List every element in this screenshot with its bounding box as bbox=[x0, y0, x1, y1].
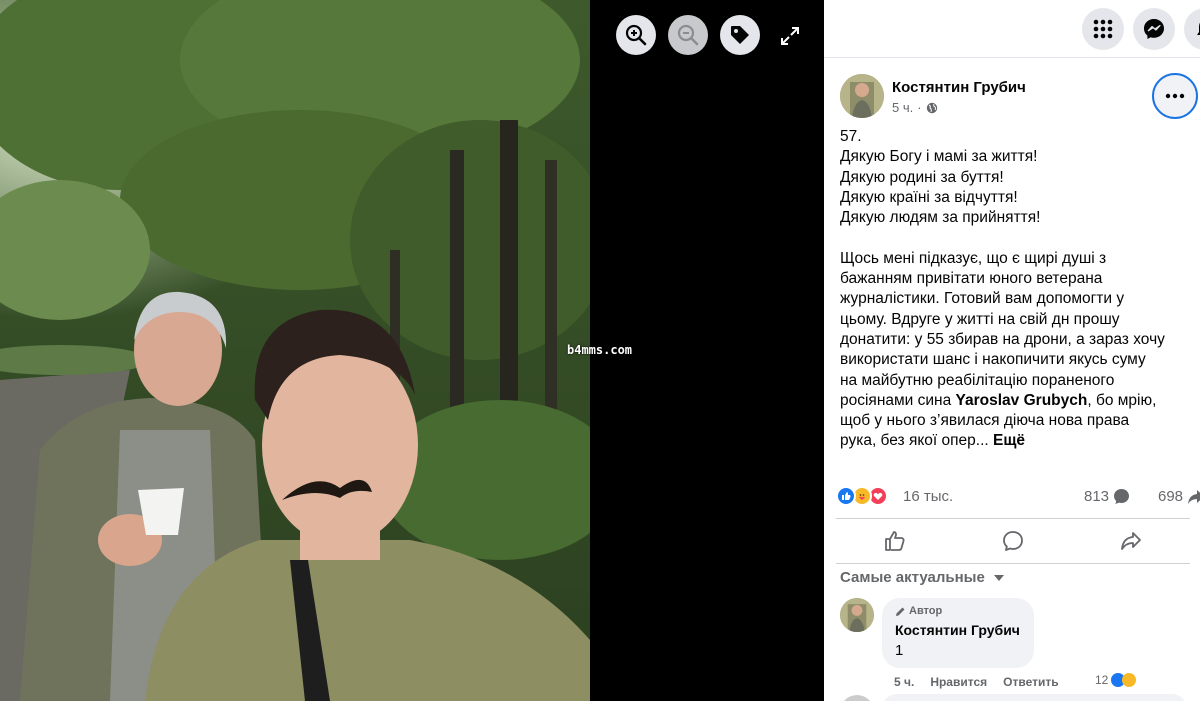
share-icon bbox=[1121, 532, 1141, 550]
comment-bubble: Автор Костянтин Грубич 1 bbox=[882, 598, 1034, 668]
comment-reaction-count: 12 bbox=[1095, 673, 1109, 687]
comment-time[interactable]: 5 ч. bbox=[894, 675, 914, 689]
tag-icon bbox=[731, 26, 749, 44]
comment-meta: 5 ч. Нравится Ответить bbox=[894, 675, 1059, 689]
author-avatar[interactable] bbox=[840, 74, 884, 118]
notifications-button[interactable] bbox=[1184, 8, 1200, 50]
zoom-out-button[interactable] bbox=[668, 15, 708, 55]
pen-icon bbox=[896, 607, 905, 616]
globe-icon bbox=[926, 102, 937, 113]
post-meta: 5 ч. · bbox=[892, 100, 938, 115]
post-text-line: Дякую родині за буття! bbox=[840, 168, 1004, 186]
post-text-line: рука, без якої опер... Ещё bbox=[840, 431, 1180, 451]
post-text-line: Дякую людям за прийняття! bbox=[840, 209, 1041, 227]
post-options-button[interactable] bbox=[1152, 73, 1198, 119]
zoom-in-icon bbox=[625, 24, 647, 46]
more-horizontal-icon bbox=[1165, 93, 1185, 99]
watermark-text: b4mms.com bbox=[567, 343, 633, 357]
avatar-image bbox=[840, 74, 884, 118]
messenger-icon bbox=[1144, 19, 1164, 39]
bell-icon bbox=[1197, 22, 1200, 35]
post-text-line: цьому. Вдруге у житті на свій дн прошу bbox=[840, 310, 1120, 328]
comment-reply-link[interactable]: Ответить bbox=[1003, 675, 1058, 689]
messenger-button[interactable] bbox=[1133, 8, 1175, 50]
post-photo[interactable] bbox=[0, 0, 590, 701]
share-arrow-icon bbox=[1188, 489, 1200, 504]
zoom-in-button[interactable] bbox=[616, 15, 656, 55]
reaction-count[interactable]: 16 тыс. bbox=[903, 488, 953, 505]
comment-text: 1 bbox=[895, 642, 904, 659]
like-reaction-icon bbox=[836, 486, 856, 506]
tag-button[interactable] bbox=[720, 15, 760, 55]
post-panel: Костянтин Грубич 5 ч. · 57. Дякую Богу і… bbox=[824, 0, 1200, 701]
author-badge: Автор bbox=[895, 605, 942, 617]
post-text-line: росіянами сина Yaroslav Grubych, бо мрію… bbox=[840, 391, 1180, 411]
care-reaction-icon bbox=[1122, 673, 1137, 687]
like-button[interactable] bbox=[836, 519, 954, 563]
post-text-line: донатити: у 55 збирав на дрони, а зараз … bbox=[840, 330, 1165, 348]
sort-label: Самые актуальные bbox=[840, 569, 985, 586]
reactions-row: 16 тыс. 813 698 bbox=[836, 486, 1200, 508]
next-comment-bubble bbox=[882, 694, 1187, 701]
comment-like-link[interactable]: Нравится bbox=[930, 675, 987, 689]
mention-prefix: росіянами сина bbox=[840, 391, 956, 409]
post-actions bbox=[836, 518, 1190, 564]
like-icon bbox=[885, 531, 905, 551]
comment-count[interactable]: 813 bbox=[1084, 488, 1130, 505]
comment-bubble-icon bbox=[1114, 489, 1130, 504]
post-header: Костянтин Грубич 5 ч. · bbox=[840, 74, 1200, 124]
fullscreen-button[interactable] bbox=[778, 24, 802, 48]
comment-sort-selector[interactable]: Самые актуальные bbox=[840, 569, 1005, 586]
post-author-name[interactable]: Костянтин Грубич bbox=[892, 79, 1026, 96]
post-text-line: на майбутню реабілітацію пораненого bbox=[840, 371, 1115, 389]
post-text-gap bbox=[840, 228, 1180, 248]
share-count-value: 698 bbox=[1158, 488, 1184, 505]
comment-item: Автор Костянтин Грубич 1 5 ч. Нравится О… bbox=[840, 598, 1184, 698]
post-text-line: щоб у нього з’явилася діюча нова права bbox=[840, 412, 1130, 430]
post-text-line: використати шанс і накопичити якусь суму bbox=[840, 351, 1146, 369]
post-text-line: журналістики. Готовий вам допомогти у bbox=[840, 290, 1125, 308]
post-text-line: Щось мені підказує, що є щирі душі з bbox=[840, 249, 1107, 267]
comment-reactions[interactable]: 12 bbox=[1095, 673, 1137, 687]
share-count[interactable]: 698 bbox=[1158, 488, 1200, 505]
fullscreen-icon bbox=[781, 27, 799, 45]
photo-illustration bbox=[0, 0, 590, 701]
post-text-line: Дякую країні за відчуття! bbox=[840, 188, 1018, 206]
mention-suffix: , бо мрію, bbox=[1087, 391, 1157, 409]
post-time[interactable]: 5 ч. bbox=[892, 100, 913, 115]
grid-menu-icon bbox=[1093, 19, 1113, 39]
photo-viewer: b4mms.com bbox=[0, 0, 824, 701]
menu-button[interactable] bbox=[1082, 8, 1124, 50]
dot-separator: · bbox=[917, 100, 922, 115]
comment-count-value: 813 bbox=[1084, 488, 1110, 505]
author-badge-label: Автор bbox=[909, 605, 943, 617]
comment-button[interactable] bbox=[954, 519, 1072, 563]
reaction-icons[interactable] bbox=[836, 486, 888, 506]
see-more-link[interactable]: Ещё bbox=[993, 432, 1025, 449]
share-button[interactable] bbox=[1072, 519, 1190, 563]
comment-author-avatar[interactable] bbox=[840, 598, 874, 632]
truncated-text: рука, без якої опер... bbox=[840, 432, 989, 450]
avatar-image bbox=[840, 598, 874, 632]
top-bar bbox=[824, 0, 1200, 58]
post-text-line: бажанням привітати юного ветерана bbox=[840, 270, 1103, 288]
zoom-out-icon bbox=[677, 24, 699, 46]
post-text: 57. Дякую Богу і мамі за життя! Дякую ро… bbox=[840, 127, 1180, 452]
comment-icon bbox=[1003, 531, 1023, 551]
caret-down-icon bbox=[993, 574, 1004, 581]
post-text-line: Дякую Богу і мамі за життя! bbox=[840, 148, 1038, 166]
mention-link[interactable]: Yaroslav Grubych bbox=[956, 392, 1088, 409]
post-text-line: 57. bbox=[840, 128, 862, 145]
comment-author-name[interactable]: Костянтин Грубич bbox=[895, 622, 1020, 638]
